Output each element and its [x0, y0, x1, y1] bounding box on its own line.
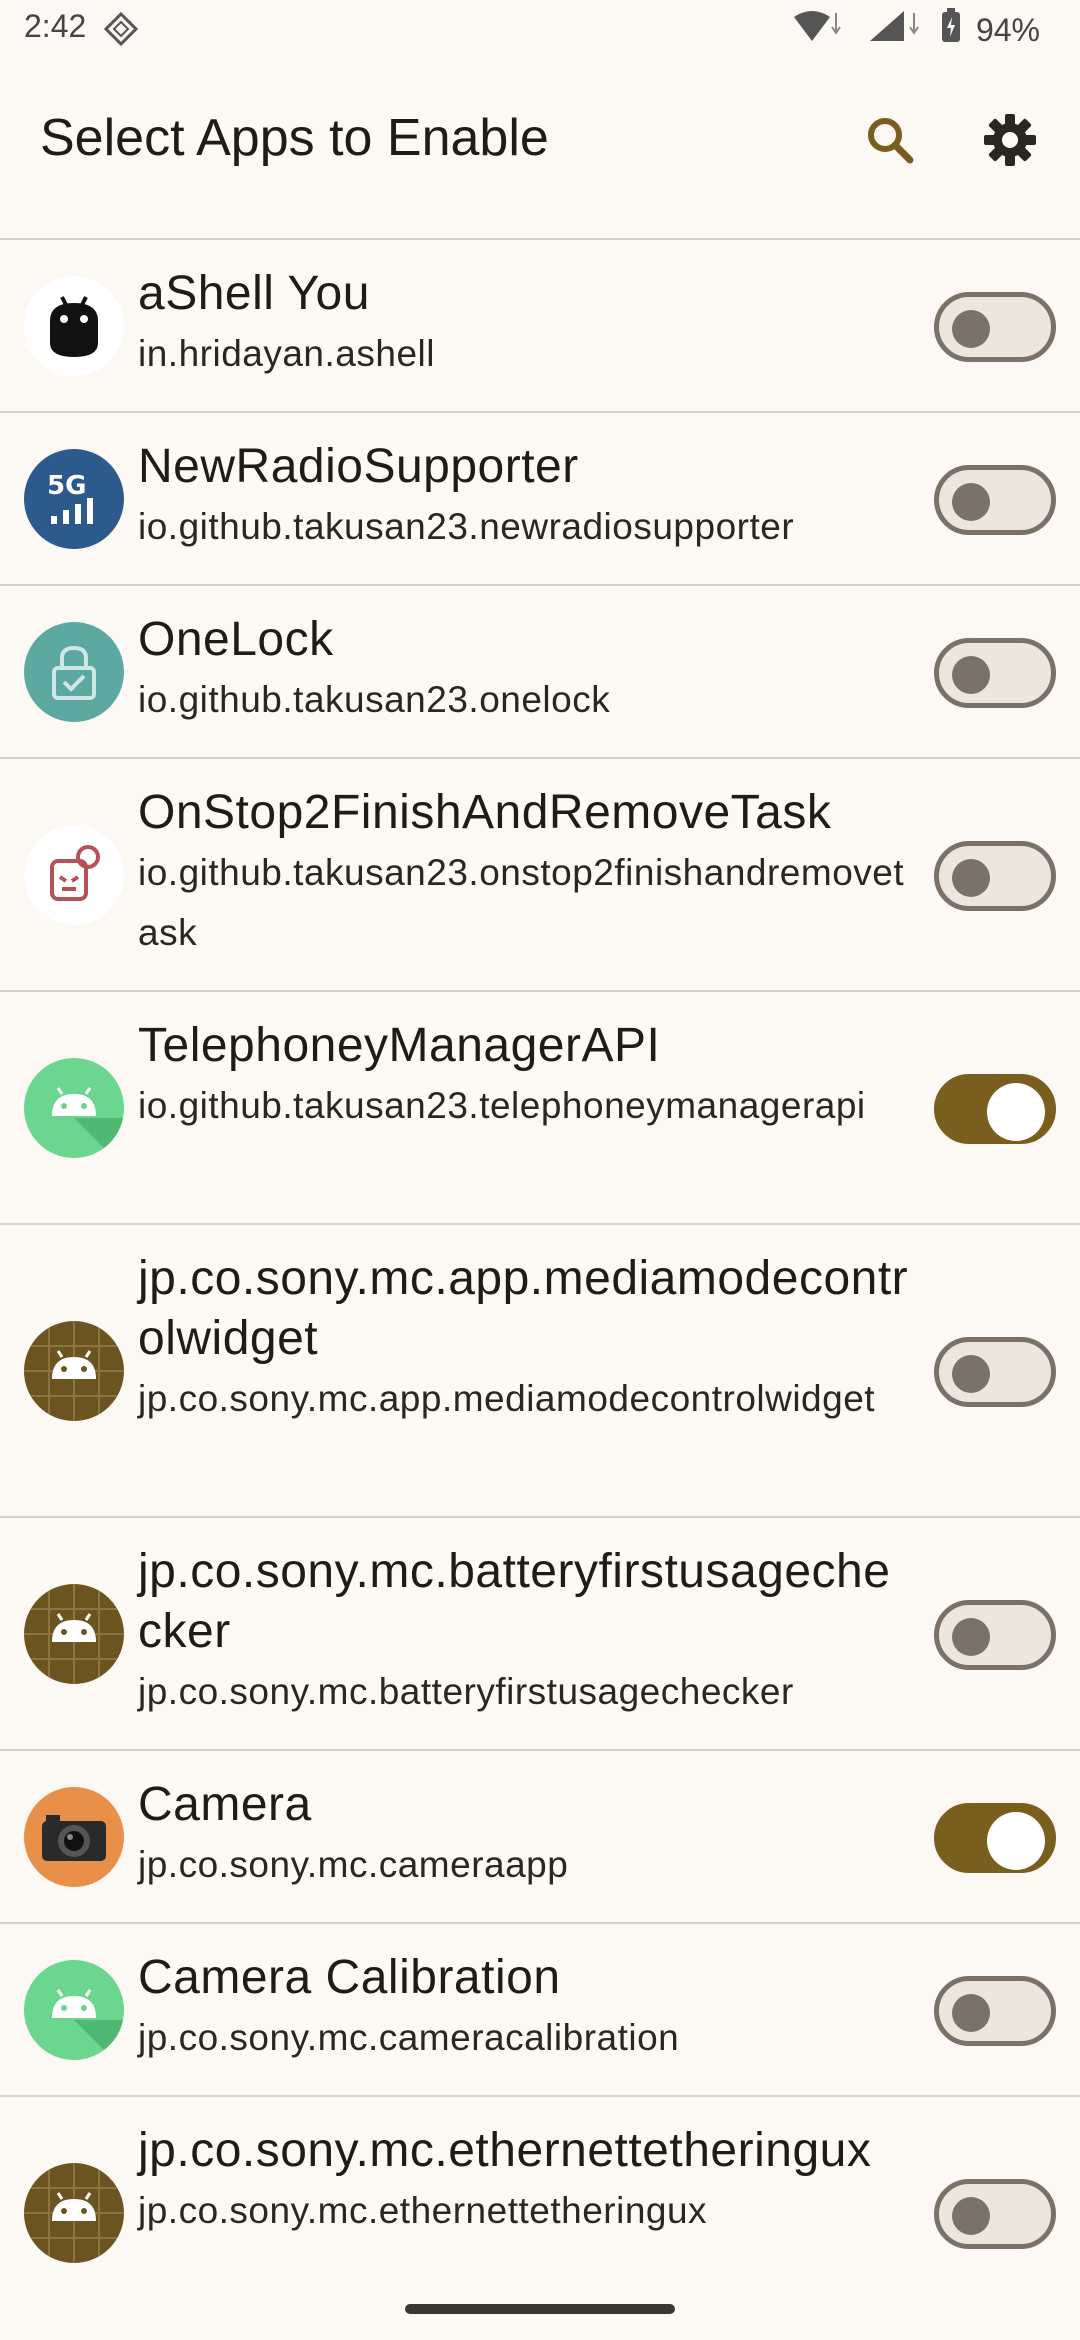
enable-toggle[interactable] [934, 2179, 1056, 2249]
android-brown-icon [24, 1584, 124, 1684]
enable-toggle[interactable] [934, 465, 1056, 535]
top-app-bar: Select Apps to Enable [0, 56, 1080, 224]
toggle-knob [952, 310, 990, 348]
app-package: io.github.takusan23.telephoneymanagerapi [138, 1085, 866, 1126]
list-item[interactable]: OnStop2FinishAndRemoveTask io.github.tak… [0, 757, 1080, 990]
app-name: OneLock [138, 613, 334, 666]
cellular-signal-icon [866, 9, 926, 51]
list-item[interactable]: jp.co.sony.mc.app.mediamodecontrolwidget… [0, 1223, 1080, 1516]
list-item[interactable]: Camera Calibration jp.co.sony.mc.camerac… [0, 1922, 1080, 2095]
toggle-knob [952, 656, 990, 694]
page-title: Select Apps to Enable [40, 109, 549, 167]
app-name: Camera Calibration [138, 1951, 561, 2004]
enable-toggle[interactable] [934, 1600, 1056, 1670]
search-icon [865, 115, 915, 170]
android-green-icon [24, 1058, 124, 1158]
list-item[interactable]: 5G NewRadioSupporter io.github.takusan23… [0, 411, 1080, 584]
toggle-knob [952, 1618, 990, 1656]
status-bar: 2:42 94% [0, 0, 1080, 56]
toggle-knob [952, 483, 990, 521]
enable-toggle[interactable] [934, 1074, 1056, 1144]
app-name: NewRadioSupporter [138, 440, 579, 493]
app-package: in.hridayan.ashell [138, 333, 435, 374]
gear-icon [983, 113, 1037, 172]
settings-button[interactable] [978, 110, 1042, 174]
cast-icon [103, 11, 139, 51]
app-name: jp.co.sony.mc.batteryfirstusagechecker [138, 1545, 891, 1658]
app-name: TelephoneyManagerAPI [138, 1019, 661, 1072]
app-package: jp.co.sony.mc.cameraapp [138, 1844, 569, 1885]
svg-text:5G: 5G [47, 471, 86, 501]
search-button[interactable] [858, 110, 922, 174]
list-item[interactable]: Camera jp.co.sony.mc.cameraapp [0, 1749, 1080, 1922]
5g-signal-icon: 5G [24, 449, 124, 549]
app-package: io.github.takusan23.onelock [138, 679, 611, 720]
app-name: aShell You [138, 267, 370, 320]
enable-toggle[interactable] [934, 1976, 1056, 2046]
app-name: Camera [138, 1778, 312, 1831]
enable-toggle[interactable] [934, 841, 1056, 911]
enable-toggle[interactable] [934, 1337, 1056, 1407]
app-package: io.github.takusan23.onstop2finishandremo… [138, 852, 905, 953]
app-package: jp.co.sony.mc.ethernettetheringux [138, 2190, 708, 2231]
app-package: jp.co.sony.mc.batteryfirstusagechecker [138, 1671, 794, 1712]
gesture-nav-handle[interactable] [405, 2304, 675, 2314]
list-item[interactable]: aShell You in.hridayan.ashell [0, 238, 1080, 411]
app-package: jp.co.sony.mc.app.mediamodecontrolwidget [138, 1378, 876, 1419]
enable-toggle[interactable] [934, 638, 1056, 708]
toggle-knob [952, 1994, 990, 2032]
android-green-icon [24, 1960, 124, 2060]
list-item[interactable]: TelephoneyManagerAPI io.github.takusan23… [0, 990, 1080, 1223]
app-name: jp.co.sony.mc.ethernettetheringux [138, 2124, 872, 2177]
lock-icon [24, 622, 124, 722]
battery-percent: 94% [975, 11, 1040, 48]
list-item[interactable]: jp.co.sony.mc.ethernettetheringux jp.co.… [0, 2095, 1080, 2328]
toggle-knob [952, 1355, 990, 1393]
toggle-knob [952, 859, 990, 897]
ashell-icon [24, 276, 124, 376]
enable-toggle[interactable] [934, 1803, 1056, 1873]
wifi-icon [792, 9, 852, 51]
toggle-knob [952, 2197, 990, 2235]
onstop-icon [24, 825, 124, 925]
status-time: 2:42 [24, 8, 87, 44]
battery-icon [940, 8, 962, 52]
enable-toggle[interactable] [934, 292, 1056, 362]
app-name: OnStop2FinishAndRemoveTask [138, 786, 832, 839]
app-package: jp.co.sony.mc.cameracalibration [138, 2017, 680, 2058]
android-brown-icon [24, 1321, 124, 1421]
camera-icon [24, 1787, 124, 1887]
list-item[interactable]: jp.co.sony.mc.batteryfirstusagechecker j… [0, 1516, 1080, 1749]
app-package: io.github.takusan23.newradiosupporter [138, 506, 795, 547]
toggle-knob [987, 1812, 1045, 1870]
app-name: jp.co.sony.mc.app.mediamodecontrolwidget [138, 1252, 909, 1365]
app-list: aShell You in.hridayan.ashell 5G NewRadi… [0, 238, 1080, 2328]
toggle-knob [987, 1083, 1045, 1141]
list-item[interactable]: OneLock io.github.takusan23.onelock [0, 584, 1080, 757]
android-brown-icon [24, 2163, 124, 2263]
